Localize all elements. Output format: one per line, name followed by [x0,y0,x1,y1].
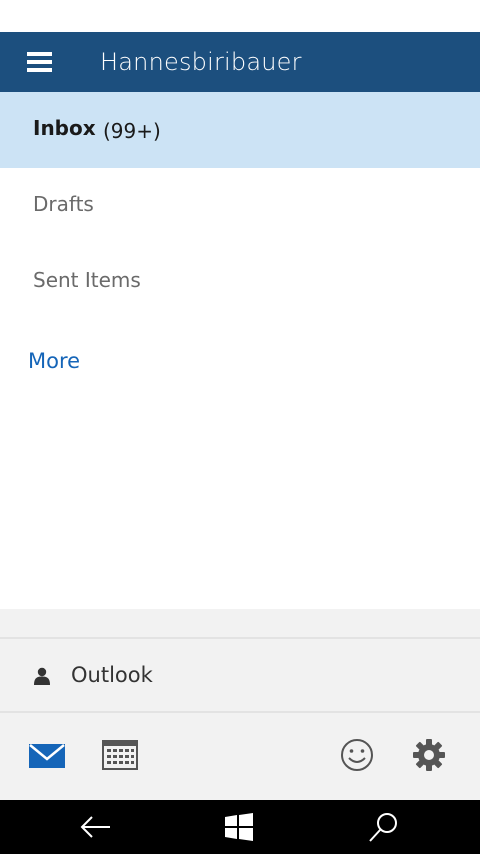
mail-icon[interactable] [27,735,67,775]
account-label: Outlook [71,663,153,687]
folder-label: Sent Items [33,268,141,292]
app-header: Hannesbiribauer [0,32,480,92]
back-arrow-icon[interactable] [78,810,114,844]
folder-item-drafts[interactable]: Drafts [0,168,480,244]
system-navigation-bar [0,800,480,854]
gear-icon[interactable] [409,735,449,775]
status-bar [0,0,480,32]
folder-item-inbox[interactable]: Inbox (99+) [0,92,480,168]
search-icon[interactable] [366,810,402,844]
calendar-icon[interactable] [100,735,140,775]
account-switcher[interactable]: Outlook [0,639,480,711]
windows-logo-icon[interactable] [221,810,257,844]
smiley-icon[interactable] [337,735,377,775]
folder-item-sent-items[interactable]: Sent Items [0,244,480,320]
hamburger-menu-icon[interactable] [27,52,52,72]
more-folders-link[interactable]: More [28,349,80,373]
folder-label: Inbox [33,116,96,140]
app-bar [0,713,480,800]
unread-count-badge: (99+) [103,119,161,143]
person-icon [34,667,50,685]
account-title: Hannesbiribauer [100,48,302,76]
folder-list: Inbox (99+) Drafts Sent Items More [0,92,480,609]
folder-label: Drafts [33,192,94,216]
